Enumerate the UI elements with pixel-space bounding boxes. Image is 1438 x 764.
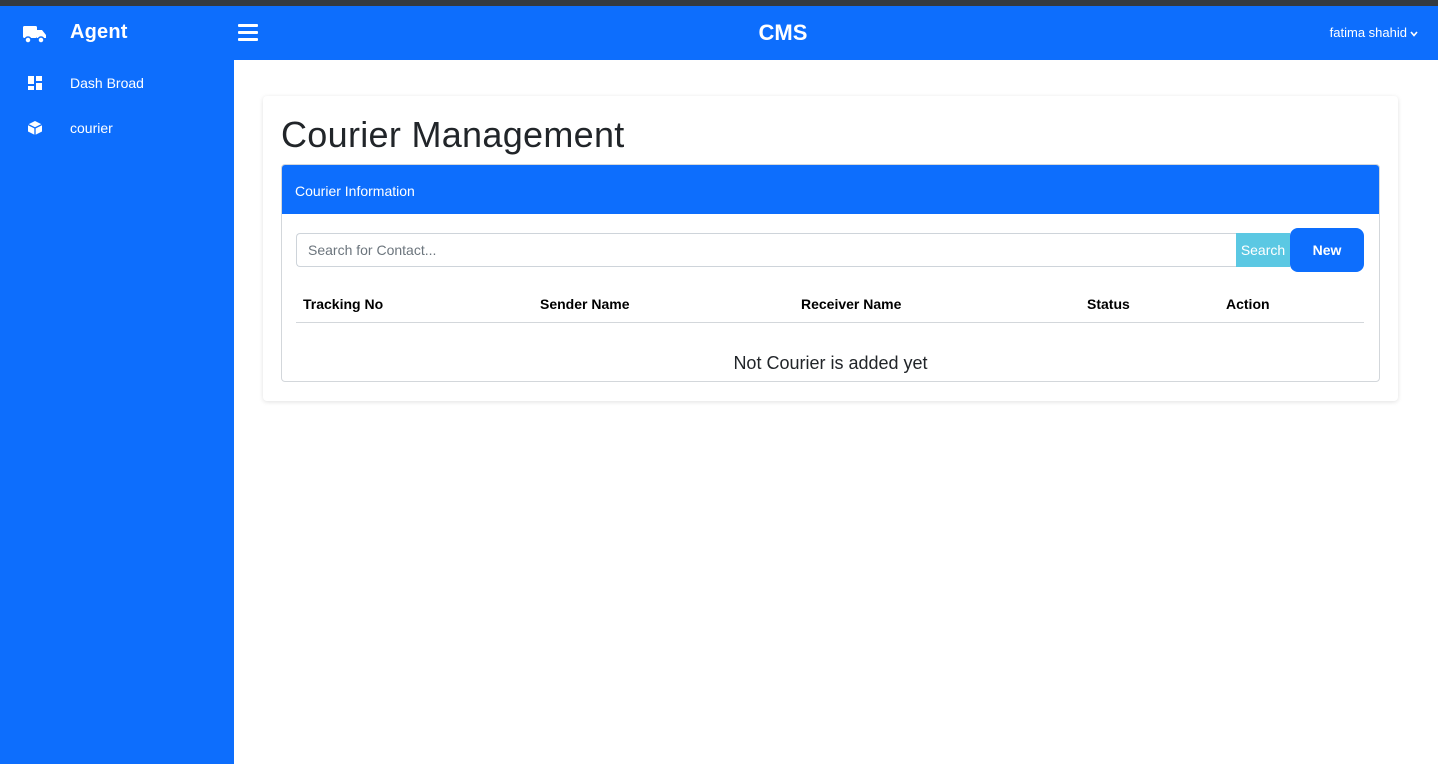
sidebar: Agent Dash Broad courier [0,6,234,764]
sidebar-brand[interactable]: Agent [0,6,234,60]
sidebar-item-label: Dash Broad [70,75,144,91]
sidebar-item-label: courier [70,120,113,136]
column-header-action: Action [1226,296,1270,312]
sidebar-item-dashboard[interactable]: Dash Broad [0,63,234,103]
dashboard-icon [28,76,42,90]
user-name: fatima shahid [1329,25,1407,40]
top-navbar: CMS fatima shahid [234,6,1438,60]
courier-panel: Courier Information Search New Tracking … [281,164,1380,382]
sidebar-item-courier[interactable]: courier [0,108,234,148]
table-header-divider [296,322,1364,323]
search-button[interactable]: Search [1236,233,1290,267]
search-input[interactable] [296,233,1236,267]
panel-header: Courier Information [282,165,1379,214]
column-header-status: Status [1087,296,1130,312]
content-card: Courier Management Courier Information S… [263,96,1398,401]
column-header-tracking-no: Tracking No [303,296,384,312]
box-icon [27,121,43,135]
app-title: CMS [758,20,808,45]
column-header-receiver-name: Receiver Name [801,296,902,312]
user-menu[interactable]: fatima shahid [1330,25,1418,40]
truck-icon [23,26,46,44]
page-title: Courier Management [281,114,625,155]
new-courier-button[interactable]: New [1290,228,1364,272]
chevron-down-icon [1410,31,1418,37]
empty-state-message: Not Courier is added yet [733,353,928,373]
column-header-sender-name: Sender Name [540,296,630,312]
brand-name: Agent [70,21,128,43]
